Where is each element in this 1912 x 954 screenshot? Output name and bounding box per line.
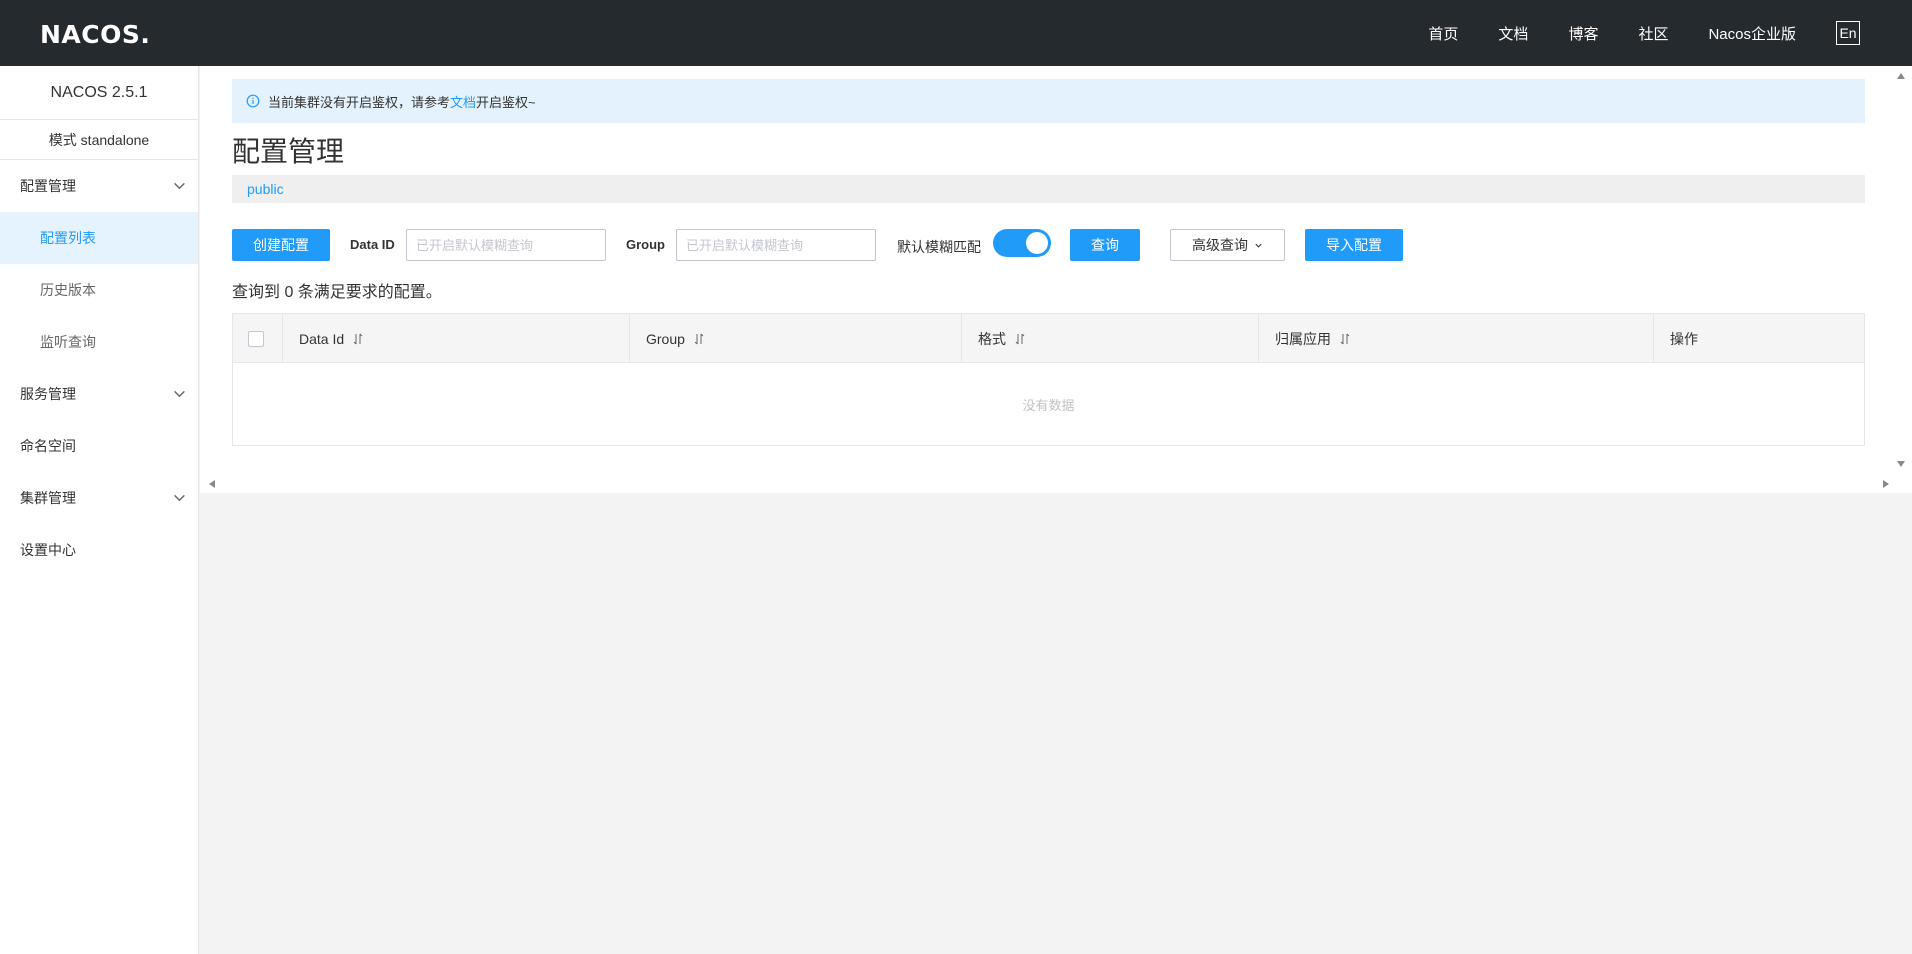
namespace-tab-public[interactable]: public bbox=[247, 181, 284, 197]
sidebar-item-settings[interactable]: 设置中心 bbox=[0, 524, 198, 576]
th-group-label: Group bbox=[646, 330, 685, 347]
create-config-button[interactable]: 创建配置 bbox=[232, 229, 330, 261]
table-empty-state: 没有数据 bbox=[1022, 397, 1075, 413]
import-config-button[interactable]: 导入配置 bbox=[1305, 229, 1403, 261]
th-data-id-label: Data Id bbox=[299, 330, 345, 347]
sidebar-item-namespace[interactable]: 命名空间 bbox=[0, 420, 198, 472]
sidebar-item-listener-query[interactable]: 监听查询 bbox=[0, 316, 198, 368]
group-input[interactable] bbox=[676, 229, 876, 261]
namespace-bar: public bbox=[232, 175, 1865, 203]
scroll-right-arrow-icon[interactable] bbox=[1882, 479, 1890, 489]
chevron-down-icon bbox=[174, 182, 185, 190]
sidebar-item-history[interactable]: 历史版本 bbox=[0, 264, 198, 316]
sidebar-item-config-list[interactable]: 配置列表 bbox=[0, 212, 198, 264]
sidebar-item-settings-label: 设置中心 bbox=[20, 542, 76, 558]
advanced-query-button[interactable]: 高级查询 bbox=[1170, 229, 1285, 261]
sidebar-group-config[interactable]: 配置管理 bbox=[0, 160, 198, 212]
sidebar-group-cluster-label: 集群管理 bbox=[20, 490, 76, 506]
th-group[interactable]: Group bbox=[630, 314, 962, 363]
info-icon bbox=[246, 94, 260, 108]
table-header: Data Id Group 格式 归属应用 操作 bbox=[233, 314, 1864, 363]
sidebar-group-cluster[interactable]: 集群管理 bbox=[0, 472, 198, 524]
nav-docs-link[interactable]: 文档 bbox=[1498, 23, 1528, 44]
notice-text-after: 开启鉴权~ bbox=[476, 94, 536, 110]
group-label: Group bbox=[626, 237, 665, 252]
advanced-query-label: 高级查询 bbox=[1192, 237, 1248, 253]
chevron-down-icon bbox=[1255, 243, 1262, 248]
scroll-left-arrow-icon[interactable] bbox=[208, 479, 216, 489]
nacos-logo[interactable]: NACOS. bbox=[40, 20, 150, 49]
th-select bbox=[233, 314, 283, 363]
result-count-text: 查询到 0 条满足要求的配置。 bbox=[232, 284, 442, 301]
language-toggle-button[interactable]: En bbox=[1836, 21, 1860, 45]
sort-icon bbox=[1340, 333, 1350, 344]
sort-icon bbox=[353, 333, 363, 344]
th-app-label: 归属应用 bbox=[1275, 330, 1331, 347]
sidebar-group-config-label: 配置管理 bbox=[20, 178, 76, 194]
th-format[interactable]: 格式 bbox=[962, 314, 1259, 363]
th-app[interactable]: 归属应用 bbox=[1259, 314, 1654, 363]
page-title: 配置管理 bbox=[232, 136, 345, 167]
scroll-up-arrow-icon[interactable] bbox=[1896, 72, 1906, 80]
nav-enterprise-link[interactable]: Nacos企业版 bbox=[1708, 23, 1796, 44]
th-actions: 操作 bbox=[1654, 314, 1864, 363]
query-button[interactable]: 查询 bbox=[1070, 229, 1140, 261]
config-table: Data Id Group 格式 归属应用 操作 没有数据 bbox=[232, 313, 1865, 446]
sort-icon bbox=[694, 333, 704, 344]
sidebar-mode: 模式 standalone bbox=[0, 120, 198, 160]
sidebar: NACOS 2.5.1 模式 standalone 配置管理 配置列表 历史版本… bbox=[0, 66, 199, 954]
sidebar-version: NACOS 2.5.1 bbox=[0, 66, 198, 120]
nav-blog-link[interactable]: 博客 bbox=[1568, 23, 1598, 44]
data-id-input[interactable] bbox=[406, 229, 606, 261]
sidebar-group-service-label: 服务管理 bbox=[20, 386, 76, 402]
main-content: 当前集群没有开启鉴权，请参考 文档 开启鉴权~ 配置管理 public 创建配置 D… bbox=[200, 66, 1912, 493]
scroll-down-arrow-icon[interactable] bbox=[1896, 460, 1906, 468]
top-nav: 首页 文档 博客 社区 Nacos企业版 En bbox=[1428, 0, 1912, 66]
select-all-checkbox[interactable] bbox=[248, 330, 264, 347]
sidebar-group-service[interactable]: 服务管理 bbox=[0, 368, 198, 420]
th-data-id[interactable]: Data Id bbox=[283, 314, 630, 363]
sort-icon bbox=[1015, 333, 1025, 344]
chevron-down-icon bbox=[174, 494, 185, 502]
chevron-down-icon bbox=[174, 390, 185, 398]
th-format-label: 格式 bbox=[978, 330, 1006, 347]
toggle-knob bbox=[1026, 232, 1048, 254]
notice-text-before: 当前集群没有开启鉴权，请参考 bbox=[268, 94, 451, 110]
fuzzy-match-toggle[interactable] bbox=[993, 229, 1051, 257]
fuzzy-match-label: 默认模糊匹配 bbox=[897, 239, 981, 255]
sidebar-item-namespace-label: 命名空间 bbox=[20, 438, 76, 454]
notice-docs-link[interactable]: 文档 bbox=[450, 92, 476, 111]
th-actions-label: 操作 bbox=[1670, 330, 1698, 347]
auth-notice: 当前集群没有开启鉴权，请参考 文档 开启鉴权~ bbox=[232, 79, 1865, 123]
top-header: NACOS. 首页 文档 博客 社区 Nacos企业版 En bbox=[0, 0, 1912, 66]
nav-community-link[interactable]: 社区 bbox=[1638, 23, 1668, 44]
nav-home-link[interactable]: 首页 bbox=[1428, 23, 1458, 44]
data-id-label: Data ID bbox=[350, 237, 395, 252]
